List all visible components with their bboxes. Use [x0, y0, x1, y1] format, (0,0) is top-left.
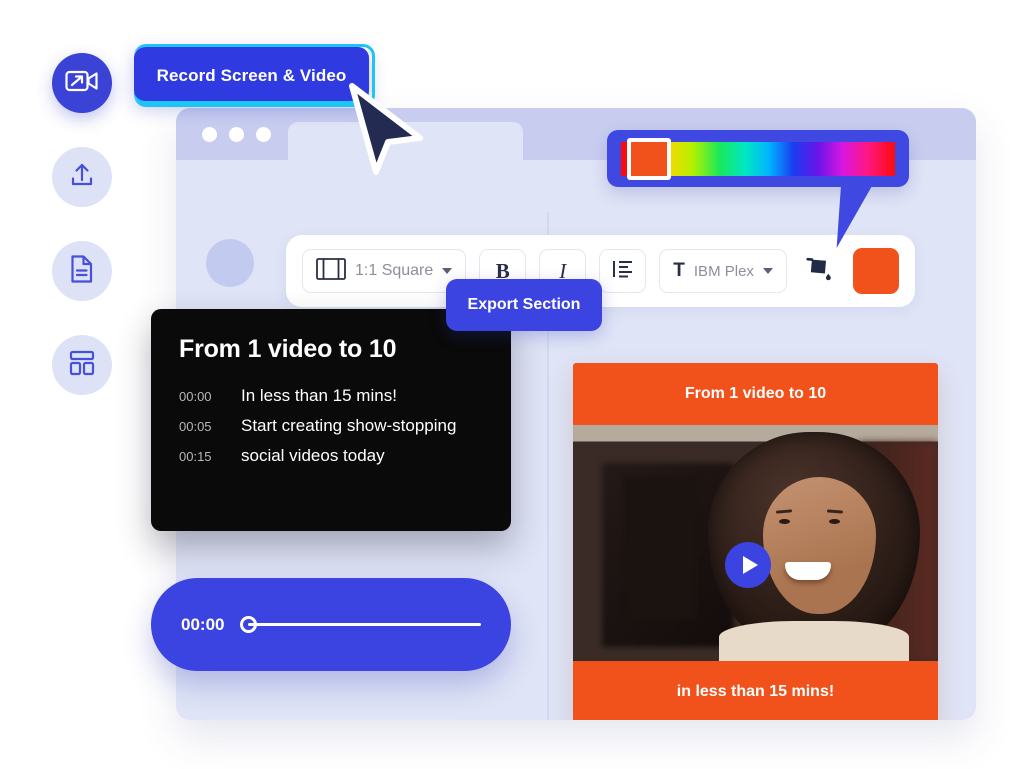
- popover-tail: [837, 180, 892, 248]
- video-subject-teeth: [785, 562, 831, 580]
- chevron-down-icon: [442, 268, 452, 274]
- record-screen-video-tooltip[interactable]: Record Screen & Video: [134, 47, 369, 104]
- preview-caption-bottom: in less than 15 mins!: [573, 661, 938, 720]
- layout-icon: [68, 349, 96, 382]
- avatar[interactable]: [206, 239, 254, 287]
- chevron-down-icon: [763, 268, 773, 274]
- transcript-cue-row[interactable]: 00:00 In less than 15 mins!: [179, 386, 483, 406]
- transcript-cue-row[interactable]: 00:05 Start creating show-stopping: [179, 416, 483, 436]
- video-camera-icon: [65, 68, 99, 99]
- traffic-light-minimize[interactable]: [229, 127, 244, 142]
- cue-time: 00:05: [179, 419, 241, 434]
- cue-text: Start creating show-stopping: [241, 416, 456, 436]
- font-dropdown[interactable]: T IBM Plex: [659, 249, 787, 293]
- paint-bucket-button[interactable]: [800, 249, 840, 293]
- export-section-tooltip[interactable]: Export Section: [446, 279, 602, 331]
- window-tab[interactable]: [288, 122, 523, 160]
- transcript-title: From 1 video to 10: [179, 335, 483, 364]
- sidebar-item-record[interactable]: [52, 53, 112, 113]
- cue-text: social videos today: [241, 446, 385, 466]
- video-subject-shoulder: [719, 621, 909, 661]
- record-screen-video-label: Record Screen & Video: [157, 66, 347, 86]
- play-icon: [743, 556, 758, 574]
- cue-text: In less than 15 mins!: [241, 386, 397, 406]
- upload-icon: [68, 161, 96, 194]
- preview-caption-top: From 1 video to 10: [573, 363, 938, 425]
- color-picker-thumb[interactable]: [627, 138, 671, 180]
- aspect-ratio-value: 1:1 Square: [355, 262, 433, 280]
- sidebar-item-upload[interactable]: [52, 147, 112, 207]
- video-door-inner: [624, 477, 697, 619]
- transcript-cue-row[interactable]: 00:15 social videos today: [179, 446, 483, 466]
- sidebar-item-document[interactable]: [52, 241, 112, 301]
- align-list-icon: [612, 259, 634, 284]
- aspect-ratio-dropdown[interactable]: 1:1 Square: [302, 249, 466, 293]
- traffic-light-maximize[interactable]: [256, 127, 271, 142]
- playback-bar: 00:00: [151, 578, 511, 671]
- cue-time: 00:15: [179, 449, 241, 464]
- playback-track[interactable]: [248, 623, 481, 626]
- paint-bucket-icon: [803, 253, 837, 290]
- playback-slider[interactable]: [240, 616, 481, 634]
- color-picker-popover[interactable]: [607, 130, 909, 187]
- text-icon: T: [673, 260, 685, 282]
- sidebar-item-layout[interactable]: [52, 335, 112, 395]
- document-icon: [69, 254, 95, 289]
- playback-current-time: 00:00: [181, 615, 224, 635]
- font-value: IBM Plex: [694, 263, 754, 280]
- video-preview-card[interactable]: From 1 video to 10: [573, 363, 938, 720]
- aspect-ratio-icon: [316, 258, 346, 285]
- transcript-panel: From 1 video to 10 00:00 In less than 15…: [151, 309, 511, 531]
- traffic-light-close[interactable]: [202, 127, 217, 142]
- video-thumbnail[interactable]: [573, 425, 938, 661]
- screenshot-stage: 1:1 Square B I: [0, 0, 1024, 769]
- color-swatch-button[interactable]: [853, 248, 899, 294]
- export-section-label: Export Section: [468, 296, 581, 314]
- play-button[interactable]: [725, 542, 771, 588]
- align-button[interactable]: [599, 249, 646, 293]
- playback-knob[interactable]: [240, 616, 257, 633]
- cue-time: 00:00: [179, 389, 241, 404]
